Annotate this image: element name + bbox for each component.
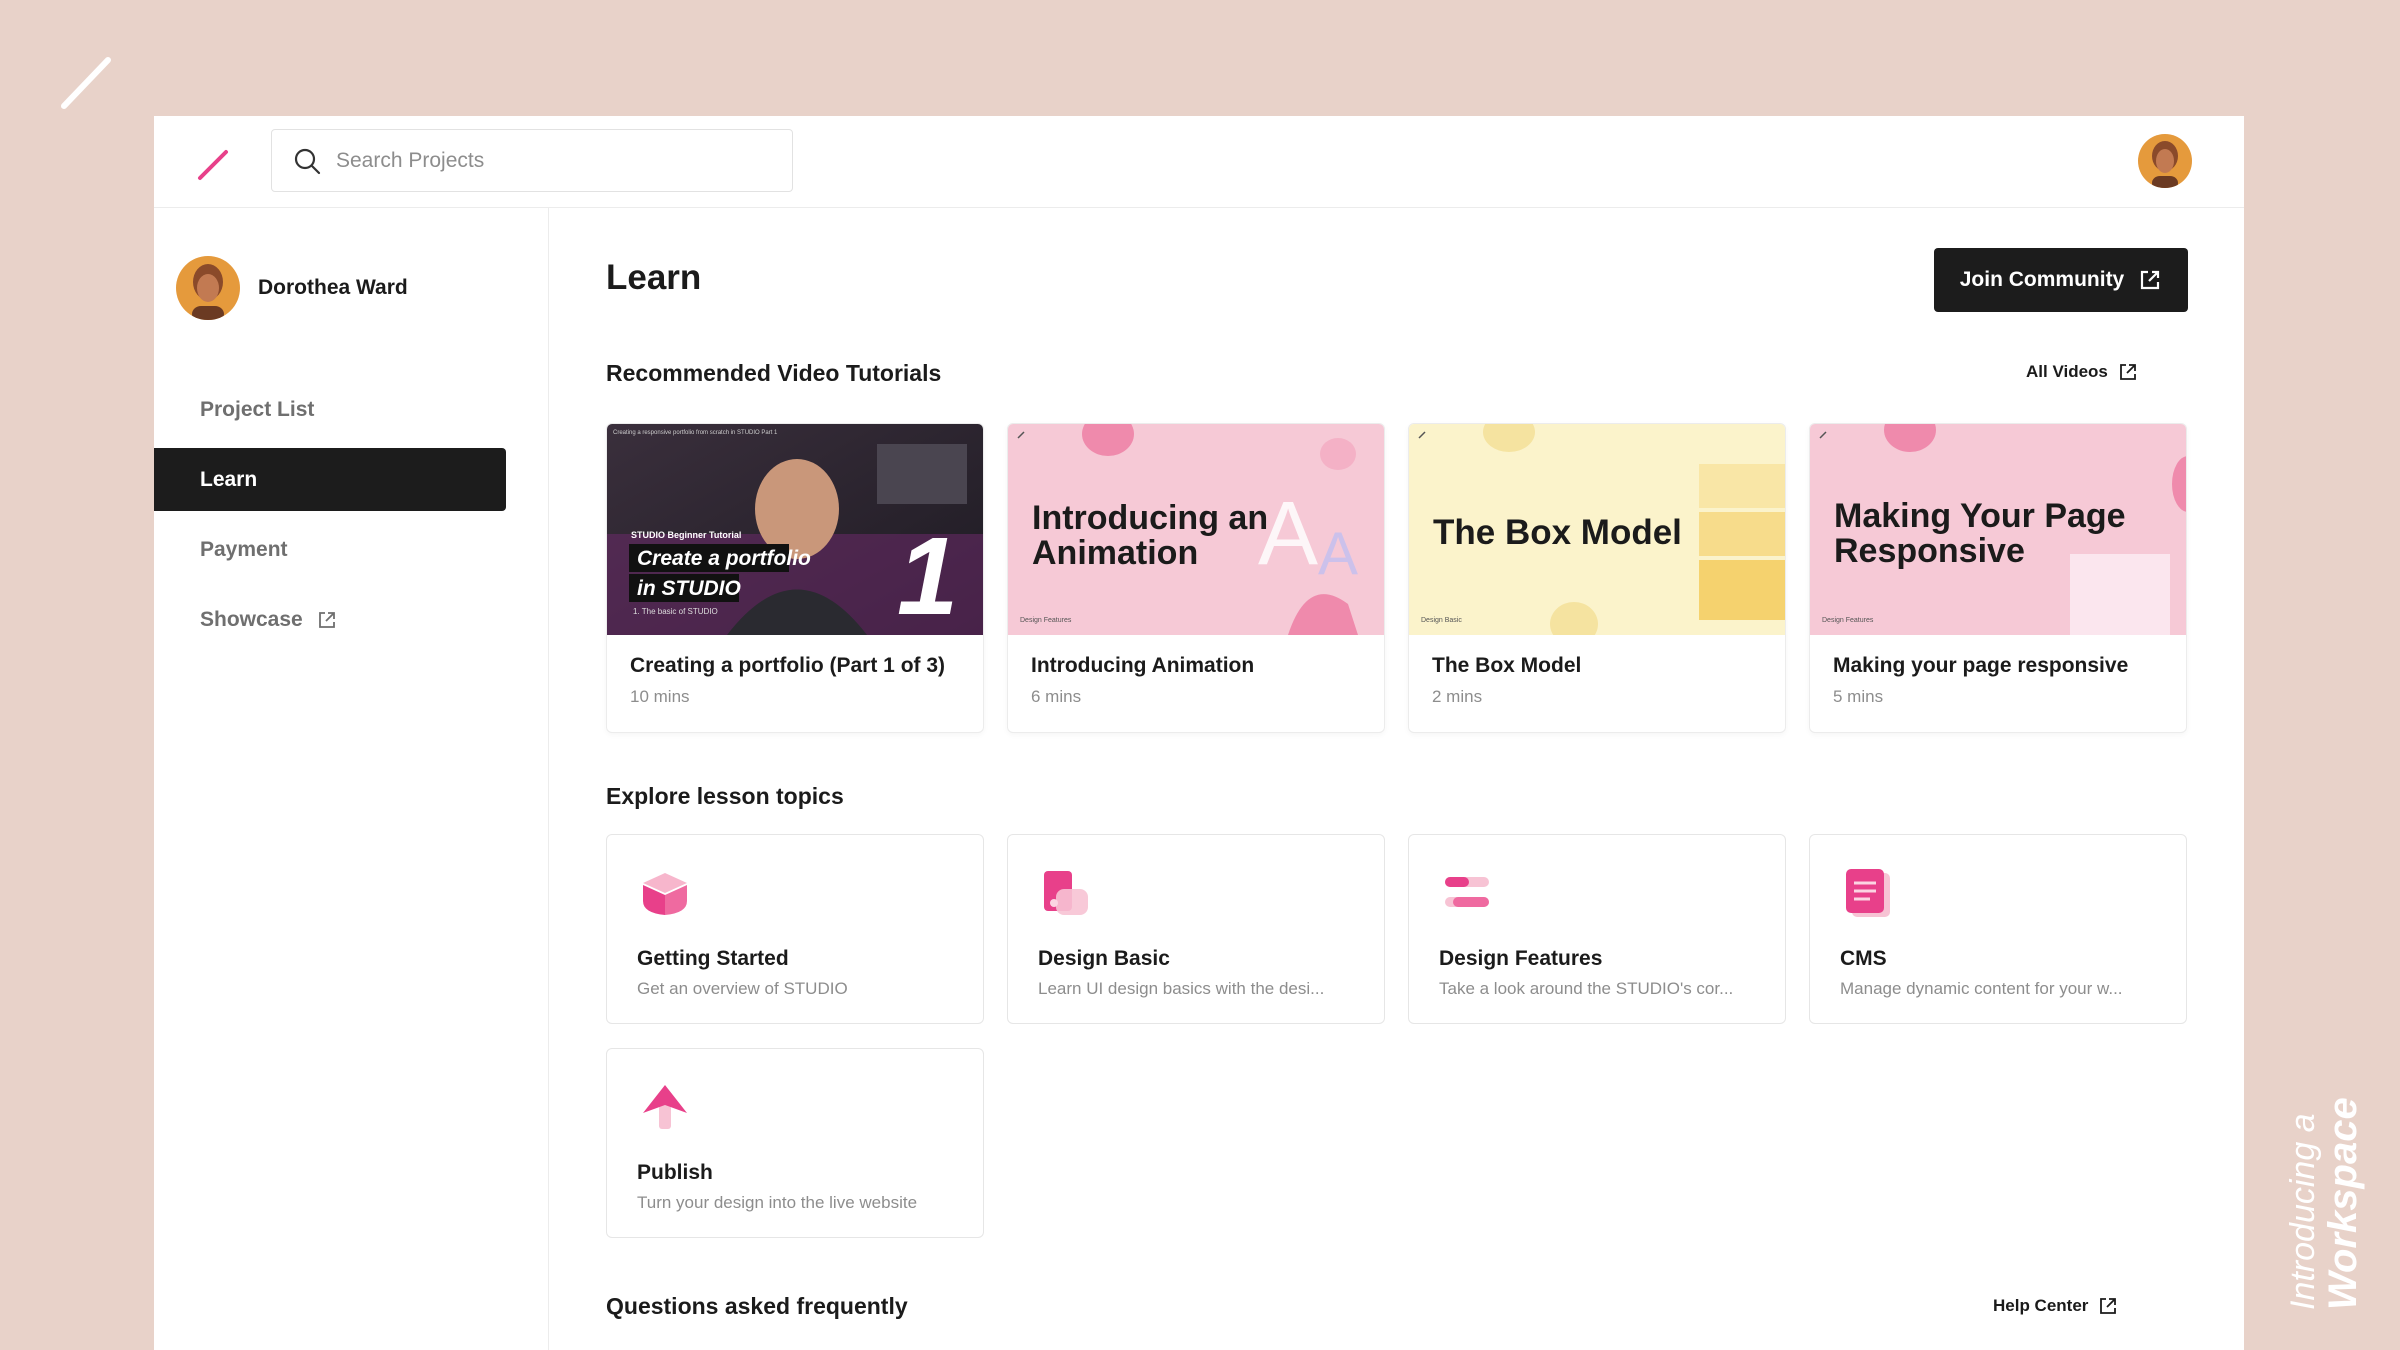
search-input[interactable] xyxy=(336,148,756,173)
topic-card-design-basic[interactable]: Design Basic Learn UI design basics with… xyxy=(1007,834,1385,1024)
thumb-line2: in STUDIO xyxy=(637,577,741,600)
introducing-workspace-tag: Introducing a Workspace xyxy=(2284,1097,2365,1310)
search-bar[interactable] xyxy=(271,129,793,192)
box-icon xyxy=(643,873,687,915)
topic-card-design-features[interactable]: Design Features Take a look around the S… xyxy=(1408,834,1786,1024)
thumb-tag: Design Features xyxy=(1020,617,1072,624)
side-tag-line1: Introducing a xyxy=(2284,1113,2322,1310)
all-videos-link[interactable]: All Videos xyxy=(2026,362,2138,382)
video-card-responsive[interactable]: Making Your Page Responsive Design Featu… xyxy=(1809,423,2187,733)
thumb-sub: 1. The basic of STUDIO xyxy=(633,607,718,616)
design-layers-icon xyxy=(1044,871,1088,915)
video-thumbnail[interactable]: Creating a responsive portfolio from scr… xyxy=(607,424,983,635)
topic-description: Turn your design into the live website xyxy=(637,1193,918,1212)
sidebar-item-label: Payment xyxy=(200,537,288,561)
topic-name: Design Basic xyxy=(1038,947,1170,970)
thumb-number: 1 xyxy=(897,515,958,635)
app-window: Dorothea Ward Project List Learn Payment… xyxy=(154,116,2244,1350)
upload-arrow-icon xyxy=(643,1085,687,1129)
video-title: Making your page responsive xyxy=(1833,654,2129,677)
thumb-line2: Animation xyxy=(1032,534,1198,572)
thumb-caption-top: Creating a responsive portfolio from scr… xyxy=(613,430,778,436)
help-center-label: Help Center xyxy=(1993,1296,2089,1315)
topic-description: Get an overview of STUDIO xyxy=(637,979,848,998)
external-link-icon xyxy=(2119,364,2136,380)
thumb-line2: Responsive xyxy=(1834,532,2025,570)
sidebar-item-showcase[interactable]: Showcase xyxy=(154,588,506,651)
video-title: The Box Model xyxy=(1432,654,1582,677)
sidebar-nav: Project List Learn Payment Showcase xyxy=(154,378,506,658)
top-bar xyxy=(154,116,2244,208)
video-thumbnail[interactable]: A A Introducing an Animation Design Feat… xyxy=(1008,424,1384,635)
videos-section-title: Recommended Video Tutorials xyxy=(606,360,942,386)
brand-slash-logo xyxy=(61,57,111,109)
thumb-line1: Introducing an xyxy=(1032,499,1268,537)
video-card-box-model[interactable]: The Box Model Design Basic The Box Model… xyxy=(1408,423,1786,733)
video-duration: 10 mins xyxy=(630,687,690,706)
video-title: Creating a portfolio (Part 1 of 3) xyxy=(630,654,946,677)
sidebar: Dorothea Ward Project List Learn Payment… xyxy=(154,208,549,1350)
join-community-button[interactable]: Join Community xyxy=(1934,248,2188,312)
thumb-series: STUDIO Beginner Tutorial xyxy=(631,530,741,540)
video-card-animation[interactable]: A A Introducing an Animation Design Feat… xyxy=(1007,423,1385,733)
video-thumbnail[interactable]: Making Your Page Responsive Design Featu… xyxy=(1810,424,2186,635)
video-duration: 5 mins xyxy=(1833,687,1884,706)
external-link-icon xyxy=(2100,1298,2117,1314)
external-link-icon xyxy=(2141,270,2160,290)
user-profile[interactable]: Dorothea Ward xyxy=(176,256,408,320)
sidebar-item-label: Project List xyxy=(200,397,315,421)
topic-name: Publish xyxy=(637,1161,713,1184)
video-duration: 2 mins xyxy=(1432,687,1483,706)
topic-card-getting-started[interactable]: Getting Started Get an overview of STUDI… xyxy=(606,834,984,1024)
page-title: Learn xyxy=(606,258,702,297)
toggles-icon xyxy=(1445,877,1489,907)
document-icon xyxy=(1846,869,1890,917)
sidebar-item-payment[interactable]: Payment xyxy=(154,518,506,581)
thumb-line1: Making Your Page xyxy=(1834,497,2126,535)
sidebar-item-label: Showcase xyxy=(200,607,303,631)
topic-description: Take a look around the STUDIO's cor... xyxy=(1439,979,1734,998)
thumb-tag: Design Features xyxy=(1822,617,1874,624)
faq-section-title: Questions asked frequently xyxy=(606,1293,908,1319)
video-thumbnail[interactable]: The Box Model Design Basic xyxy=(1409,424,1785,635)
thumb-tag: Design Basic xyxy=(1421,617,1462,624)
video-duration: 6 mins xyxy=(1031,687,1082,706)
app-logo-icon[interactable] xyxy=(194,144,234,184)
thumb-line1: Create a portfolio xyxy=(637,547,811,570)
topic-card-publish[interactable]: Publish Turn your design into the live w… xyxy=(606,1048,984,1238)
video-list: Creating a responsive portfolio from scr… xyxy=(606,423,2188,733)
join-community-label: Join Community xyxy=(1959,268,2125,291)
side-tag-line2: Workspace xyxy=(2321,1097,2365,1310)
video-card-portfolio[interactable]: Creating a responsive portfolio from scr… xyxy=(606,423,984,733)
topic-name: Getting Started xyxy=(637,947,789,970)
topic-description: Manage dynamic content for your w... xyxy=(1840,979,2123,998)
svg-text:A: A xyxy=(1318,520,1358,587)
video-title: Introducing Animation xyxy=(1031,654,1255,677)
external-link-icon xyxy=(318,611,335,628)
avatar xyxy=(176,256,240,320)
topics-section-title: Explore lesson topics xyxy=(606,783,844,809)
topic-card-cms[interactable]: CMS Manage dynamic content for your w... xyxy=(1809,834,2187,1024)
sidebar-item-label: Learn xyxy=(200,467,258,491)
user-name: Dorothea Ward xyxy=(258,276,408,299)
help-center-link[interactable]: Help Center xyxy=(1993,1296,2118,1316)
thumb-line1: The Box Model xyxy=(1433,513,1682,552)
sidebar-item-learn[interactable]: Learn xyxy=(154,448,506,511)
topic-name: Design Features xyxy=(1439,947,1603,970)
sidebar-item-project-list[interactable]: Project List xyxy=(154,378,506,441)
avatar[interactable] xyxy=(2138,134,2192,188)
topic-description: Learn UI design basics with the desi... xyxy=(1038,979,1325,998)
topic-name: CMS xyxy=(1840,947,1887,970)
all-videos-label: All Videos xyxy=(2026,362,2108,381)
search-icon xyxy=(294,148,321,174)
